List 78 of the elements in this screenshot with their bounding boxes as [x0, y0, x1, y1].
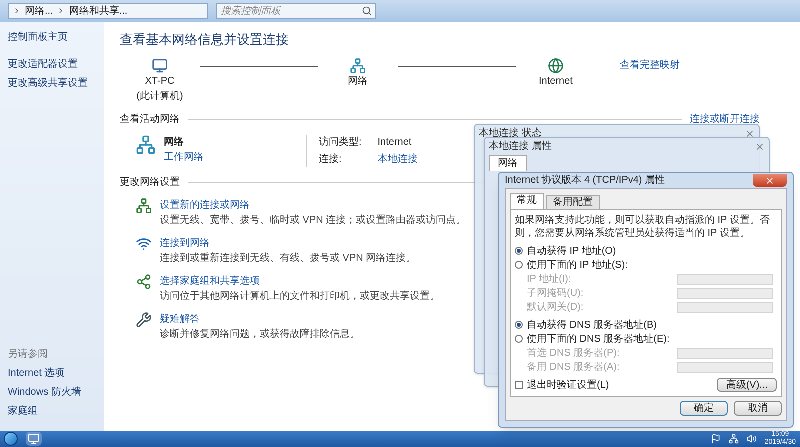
node-label: Internet: [539, 74, 573, 88]
connect-link[interactable]: 连接或断开连接: [690, 112, 760, 126]
dialog-button[interactable]: 取消: [734, 401, 782, 416]
dialog-title: Internet 协议版本 4 (TCP/IPv4) 属性: [505, 174, 666, 188]
access-type-label: 访问类型:: [319, 136, 362, 150]
breadcrumb[interactable]: 网络...: [25, 4, 54, 18]
section-heading: 更改网络设置: [120, 176, 180, 190]
dialog-title: 本地连接 属性: [489, 140, 552, 154]
connection-link[interactable]: 本地连接: [378, 152, 418, 166]
intro-text: 如果网络支持此功能，则可以获取自动指派的 IP 设置。否则，您需要从网络系统管理员处获得适当的 IP 设置。: [515, 214, 771, 240]
ip-field[interactable]: [677, 288, 773, 298]
checkbox[interactable]: [515, 381, 523, 389]
radio-label: 自动获得 IP 地址(O): [527, 244, 616, 258]
sidebar-link[interactable]: 控制面板主页: [8, 30, 96, 45]
setting-description: 访问位于其他网络计算机上的文件和打印机，或更改共享设置。: [160, 290, 441, 304]
share-icon: [136, 274, 152, 290]
volume-icon[interactable]: [746, 434, 757, 444]
globe-icon: [548, 58, 564, 74]
field-label: IP 地址(I):: [527, 272, 572, 286]
ip-field[interactable]: [677, 362, 773, 372]
search-field[interactable]: 搜索控制面板: [216, 3, 376, 19]
close-icon[interactable]: [755, 142, 765, 152]
field-label: 默认网关(D):: [527, 300, 584, 314]
node-sublabel: (此计算机): [136, 90, 184, 104]
setting-description: 诊断并修复网络问题，或获得故障排除信息。: [160, 328, 361, 342]
ip-field[interactable]: [677, 302, 773, 312]
see-also-heading: 另请参阅: [8, 348, 49, 362]
network-icon: [350, 58, 366, 74]
radio-button[interactable]: [515, 321, 523, 329]
start-button[interactable]: [4, 432, 18, 446]
network-icon: [136, 134, 156, 154]
connection-label: 连接:: [319, 152, 343, 166]
network-type-link[interactable]: 工作网络: [164, 150, 204, 164]
node-label: XT-PC: [145, 74, 175, 88]
field-label: 子网掩码(U):: [527, 286, 584, 300]
advanced-button[interactable]: 高级(V)...: [717, 378, 777, 392]
radio-button[interactable]: [515, 247, 523, 255]
setting-description: 设置无线、宽带、拨号、临时或 VPN 连接；或设置路由器或访问点。: [160, 214, 468, 228]
radio-label: 自动获得 DNS 服务器地址(B): [527, 318, 657, 332]
close-icon: [765, 176, 775, 186]
address-bar[interactable]: 网络... 网络和共享...: [8, 3, 208, 19]
taskbar-window-icon[interactable]: [26, 432, 42, 446]
dialog-button[interactable]: 确定: [680, 401, 728, 416]
access-type-value: Internet: [378, 136, 413, 150]
wrench-icon: [136, 312, 152, 328]
close-icon[interactable]: [745, 128, 755, 138]
ip-field[interactable]: [677, 348, 773, 358]
computer-icon: [152, 58, 168, 74]
chevron-icon: [13, 7, 21, 15]
checkbox-label: 退出时验证设置(L): [527, 378, 610, 392]
network-icon[interactable]: [728, 434, 739, 444]
ip-field[interactable]: [677, 274, 773, 284]
tab[interactable]: 备用配置: [546, 195, 600, 209]
full-map-link[interactable]: 查看完整映射: [620, 58, 680, 72]
tab[interactable]: 网络: [489, 155, 527, 171]
close-button[interactable]: [753, 174, 787, 187]
radio-label: 使用下面的 IP 地址(S):: [527, 258, 628, 272]
radio-label: 使用下面的 DNS 服务器地址(E):: [527, 332, 670, 346]
setting-description: 连接到或重新连接到无线、有线、拨号或 VPN 网络连接。: [160, 252, 418, 266]
sidebar-link[interactable]: Internet 选项: [8, 366, 96, 381]
page-title: 查看基本网络信息并设置连接: [120, 31, 290, 49]
breadcrumb[interactable]: 网络和共享...: [69, 4, 128, 18]
flag-icon[interactable]: [710, 434, 721, 444]
field-label: 备用 DNS 服务器(A):: [527, 360, 620, 374]
sidebar-link[interactable]: Windows 防火墙: [8, 385, 96, 400]
radio-button[interactable]: [515, 261, 523, 269]
sidebar-link[interactable]: 更改高级共享设置: [8, 76, 96, 91]
section-heading: 查看活动网络: [120, 112, 180, 126]
sidebar-link[interactable]: 更改适配器设置: [8, 57, 96, 72]
node-label: 网络: [348, 74, 368, 88]
sidebar-link[interactable]: 家庭组: [8, 404, 96, 419]
wifi-icon: [136, 236, 152, 252]
radio-button[interactable]: [515, 335, 523, 343]
network-icon: [136, 198, 152, 214]
network-name: 网络: [164, 136, 185, 150]
search-icon: [362, 6, 372, 16]
field-label: 首选 DNS 服务器(P):: [527, 346, 620, 360]
tab[interactable]: 常规: [510, 193, 544, 209]
